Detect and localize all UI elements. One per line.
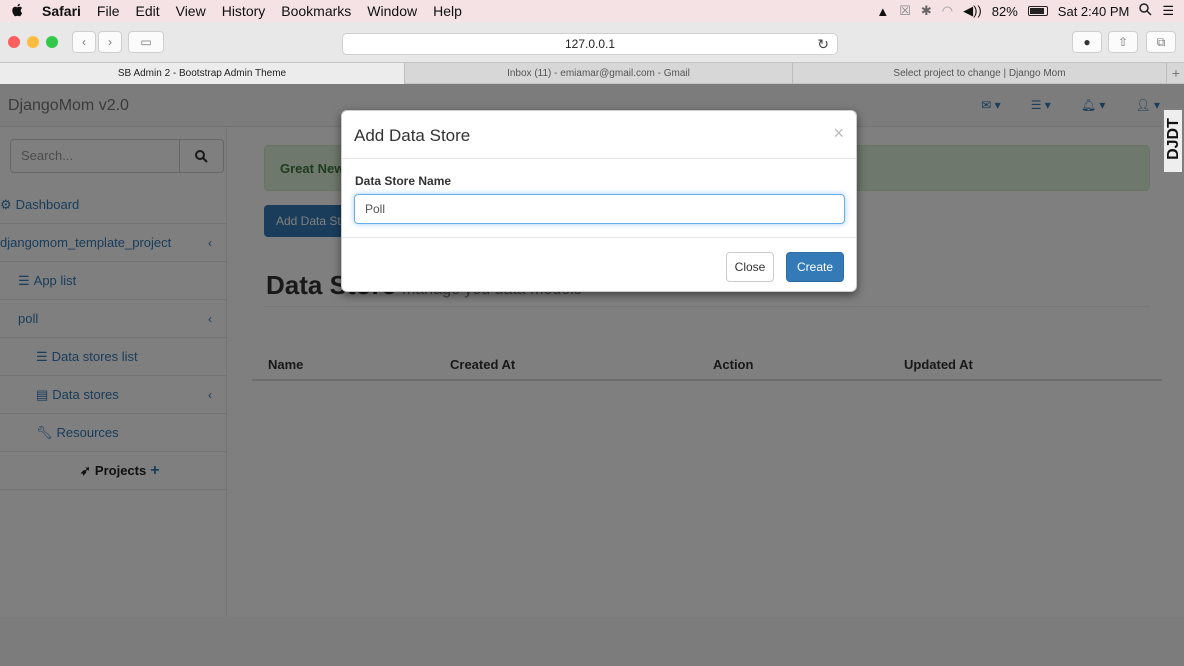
modal-body: Data Store Name Poll [342, 159, 856, 237]
minimize-window-button[interactable] [27, 36, 39, 48]
tabs-icon: ⧉ [1156, 34, 1166, 49]
close-box-icon[interactable]: ☒ [899, 3, 911, 19]
download-icon: ● [1083, 35, 1091, 49]
wifi-icon[interactable]: ◠ [942, 3, 953, 19]
create-button[interactable]: Create [786, 252, 844, 282]
plus-icon: + [1171, 65, 1180, 81]
debug-toolbar-label: DJDT [1165, 118, 1182, 160]
menu-edit[interactable]: Edit [127, 3, 167, 19]
window-controls [8, 36, 58, 48]
close-button[interactable]: Close [726, 252, 774, 282]
menu-history[interactable]: History [214, 3, 274, 19]
browser-toolbar: ‹ › ▭ 127.0.0.1 ↻ ● ⇧ ⧉ [0, 22, 1184, 62]
battery-percent: 82% [991, 3, 1018, 19]
downloads-button[interactable]: ● [1072, 31, 1102, 53]
tab-label: Inbox (11) - emiamar@gmail.com - Gmail [507, 68, 690, 79]
drive-icon[interactable]: ▲ [876, 4, 889, 19]
menu-file[interactable]: File [89, 3, 128, 19]
tab-gmail[interactable]: Inbox (11) - emiamar@gmail.com - Gmail [405, 63, 793, 84]
modal-header: Add Data Store × [342, 111, 856, 159]
tab-django-mom[interactable]: Select project to change | Django Mom [793, 63, 1167, 84]
address-bar[interactable]: 127.0.0.1 ↻ [342, 33, 838, 55]
zoom-window-button[interactable] [46, 36, 58, 48]
sidebar-toggle-button[interactable]: ▭ [128, 31, 164, 53]
modal-footer: Close Create [342, 237, 856, 291]
menu-window[interactable]: Window [359, 3, 425, 19]
modal-title: Add Data Store [354, 126, 471, 145]
status-area: ▲ ☒ ✱ ◠ ◀)) 82% Sat 2:40 PM ☰ [876, 0, 1184, 22]
share-button[interactable]: ⇧ [1108, 31, 1138, 53]
tabs-overview-button[interactable]: ⧉ [1146, 31, 1176, 53]
reload-icon[interactable]: ↻ [817, 36, 829, 53]
new-tab-button[interactable]: + [1167, 63, 1184, 83]
apple-icon[interactable] [0, 3, 34, 20]
menu-safari[interactable]: Safari [34, 3, 89, 19]
debug-toolbar-handle[interactable]: DJDT [1162, 108, 1184, 174]
tab-sb-admin[interactable]: SB Admin 2 - Bootstrap Admin Theme [0, 63, 405, 84]
address-text: 127.0.0.1 [564, 37, 616, 51]
tab-label: Select project to change | Django Mom [893, 68, 1066, 79]
close-icon[interactable]: × [833, 123, 844, 144]
share-icon: ⇧ [1117, 35, 1129, 49]
back-button[interactable]: ‹ [72, 31, 96, 53]
spotlight-icon[interactable] [1139, 3, 1152, 19]
data-store-name-label: Data Store Name [355, 174, 452, 188]
clock[interactable]: Sat 2:40 PM [1058, 4, 1130, 19]
sidebar-icon: ▭ [140, 35, 152, 49]
forward-button[interactable]: › [98, 31, 122, 53]
menu-help[interactable]: Help [425, 3, 470, 19]
macos-menubar: Safari File Edit View History Bookmarks … [0, 0, 1184, 22]
menu-view[interactable]: View [168, 3, 214, 19]
tab-bar: SB Admin 2 - Bootstrap Admin Theme Inbox… [0, 62, 1184, 84]
chevron-right-icon: › [108, 35, 112, 49]
menu-bookmarks[interactable]: Bookmarks [273, 3, 359, 19]
tab-label: SB Admin 2 - Bootstrap Admin Theme [117, 68, 287, 79]
notification-center-icon[interactable]: ☰ [1162, 3, 1174, 19]
battery-icon[interactable] [1027, 6, 1048, 16]
add-data-store-modal: Add Data Store × Data Store Name Poll Cl… [341, 110, 857, 292]
bluetooth-icon[interactable]: ✱ [921, 3, 932, 19]
volume-icon[interactable]: ◀)) [963, 3, 982, 19]
close-window-button[interactable] [8, 36, 20, 48]
chevron-left-icon: ‹ [82, 35, 86, 49]
data-store-name-input[interactable]: Poll [354, 194, 845, 224]
